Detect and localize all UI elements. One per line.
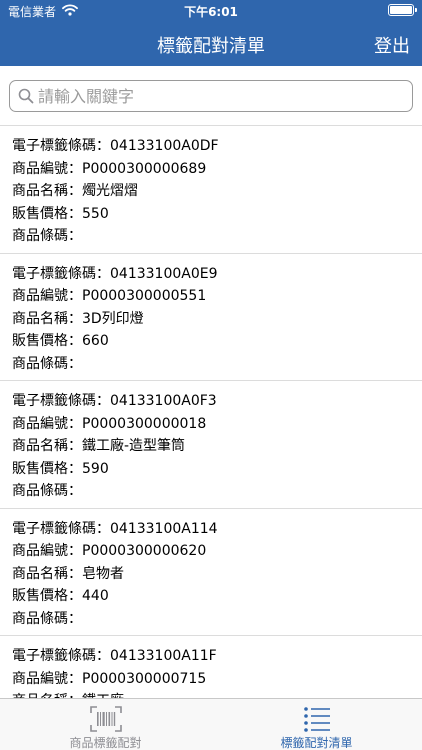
tag-barcode-line: 電子標籤條碼：04133100A0F3	[12, 393, 217, 409]
tab-tag-pair-list[interactable]: 標籤配對清單	[211, 699, 422, 750]
price-line: 販售價格：440	[12, 588, 109, 604]
product-number-line: 商品編號：P0000300000018	[12, 415, 207, 432]
list-item[interactable]: 電子標籤條碼：04133100A0DF 商品編號：P0000300000689 …	[0, 126, 422, 254]
logout-button[interactable]: 登出	[374, 32, 410, 58]
list-item[interactable]: 電子標籤條碼：04133100A11F 商品編號：P0000300000715 …	[0, 636, 422, 698]
tag-barcode-line: 電子標籤條碼：04133100A114	[12, 520, 218, 537]
tab-bar: 商品標籤配對 標籤配對清單	[0, 698, 422, 750]
tag-barcode-line: 電子標籤條碼：04133100A0DF	[12, 138, 219, 154]
battery-icon	[388, 4, 417, 16]
tab-product-tag-pairing[interactable]: 商品標籤配對	[0, 699, 211, 750]
list-item[interactable]: 電子標籤條碼：04133100A0F3 商品編號：P0000300000018 …	[0, 381, 422, 509]
product-number-line: 商品編號：P0000300000689	[12, 160, 207, 177]
price-line: 販售價格：550	[12, 205, 109, 222]
product-barcode-line: 商品條碼：	[12, 610, 82, 627]
price-line: 販售價格：590	[12, 460, 109, 477]
tab-label: 標籤配對清單	[280, 736, 353, 750]
tag-barcode-line: 電子標籤條碼：04133100A0E9	[12, 265, 218, 282]
product-number-line: 商品編號：P0000300000551	[12, 288, 207, 304]
product-number-line: 商品編號：P0000300000715	[12, 670, 207, 687]
price-line: 販售價格：660	[12, 333, 109, 349]
product-number-line: 商品編號：P0000300000620	[12, 543, 207, 559]
product-barcode-line: 商品條碼：	[12, 228, 82, 244]
product-name-line: 商品名稱：3D列印燈	[12, 310, 144, 327]
list-item[interactable]: 電子標籤條碼：04133100A114 商品編號：P0000300000620 …	[0, 509, 422, 636]
product-name-line: 商品名稱：鐵工廠	[12, 690, 410, 698]
search-field[interactable]	[9, 80, 413, 112]
tag-pair-list[interactable]: 電子標籤條碼：04133100A0DF 商品編號：P0000300000689 …	[0, 126, 422, 698]
navigation-bar: 標籤配對清單 登出	[0, 20, 422, 66]
tab-label: 商品標籤配對	[69, 736, 142, 750]
product-barcode-line: 商品條碼：	[12, 355, 82, 372]
product-name-line: 商品名稱：鐵工廠-造型筆筒	[12, 438, 186, 454]
list-icon	[211, 705, 422, 737]
status-bar: 電信業者 下午6:01	[0, 0, 422, 20]
product-name-line: 商品名稱：皂物者	[12, 565, 124, 582]
search-bar	[0, 66, 422, 126]
page-title: 標籤配對清單	[157, 36, 265, 57]
tag-barcode-line: 電子標籤條碼：04133100A11F	[12, 648, 217, 664]
list-item[interactable]: 電子標籤條碼：04133100A0E9 商品編號：P0000300000551 …	[0, 254, 422, 381]
barcode-scan-icon	[0, 705, 211, 737]
clock: 下午6:01	[184, 5, 238, 19]
product-name-line: 商品名稱：燭光熠熠	[12, 183, 138, 199]
search-icon	[18, 88, 34, 108]
search-input[interactable]	[38, 84, 403, 108]
product-barcode-line: 商品條碼：	[12, 483, 82, 499]
